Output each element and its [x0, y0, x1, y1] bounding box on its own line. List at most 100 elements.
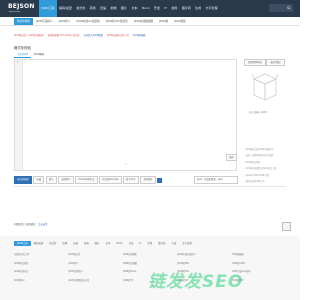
footer-tabs: JSON工具 编码加密 格式化 转换 压缩 前端 图片 文本 Mock 开发 IT 常用 图片转 生成 文字… — [14, 241, 195, 246]
footer-tab[interactable]: 转换 — [59, 241, 70, 246]
nav-item[interactable]: 文字处理 — [203, 0, 219, 17]
nav-item[interactable]: 常用 — [169, 0, 179, 17]
copy-link-button[interactable]: 复制代码地址 — [244, 59, 266, 66]
tabs-divider — [0, 25, 300, 26]
footer-tab[interactable]: 文字处理 — [179, 241, 195, 246]
feature-item: • 支持一键JSON格式化与校验 — [244, 154, 274, 158]
footer-tab[interactable]: 图片 — [92, 241, 103, 246]
sub-tab[interactable]: 中文JSON — [14, 52, 31, 58]
tool-tab[interactable]: JSON转义 — [56, 18, 74, 25]
footer-link[interactable]: JSON在线对比 — [14, 269, 68, 273]
feature-list: • JSON格式化/JSON压缩/转义 • 支持一键JSON格式化与校验 • JSO… — [244, 147, 296, 185]
footer-link[interactable]: JSON编辑器 — [232, 252, 286, 256]
feature-item: • JSON转实体类 — [244, 160, 261, 164]
json-editor[interactable]: 1 ≡ — [14, 59, 237, 171]
toolbar-button[interactable]: 字段排序 — [139, 176, 156, 184]
nav-item[interactable]: JSON工具 — [39, 0, 57, 17]
empty-state-text: 在左边输入JSON — [249, 111, 267, 114]
footer-link[interactable]: JSON在线排序 — [68, 269, 122, 273]
footer-tab[interactable]: 编码加密 — [31, 241, 47, 246]
nav-item[interactable]: 压缩 — [98, 0, 108, 17]
toggle-button[interactable]: 展开/收起 — [266, 59, 285, 66]
notice-links: JSON格式化 / JSON在线校验 使用快捷键 Ctrl+Enter 格式化 支持… — [14, 33, 145, 37]
tool-tab[interactable]: JSON转CSV格式化 — [103, 18, 131, 25]
option-checkbox[interactable] — [156, 177, 162, 183]
tool-tab[interactable]: JSON在线uni组装格 — [73, 18, 102, 25]
footer-link[interactable]: JSON在线视图 — [123, 261, 177, 265]
line-number: 1 — [17, 61, 19, 64]
empty-box-icon — [252, 73, 278, 101]
nav-item[interactable]: 文本 — [129, 0, 139, 17]
footer-tab[interactable]: 常用 — [145, 241, 156, 246]
nav-item[interactable]: 图片 — [119, 0, 129, 17]
editor-gutter: 1 — [15, 60, 23, 170]
nav-item[interactable]: 生成 — [193, 0, 203, 17]
footer-link[interactable]: JSON转义 — [68, 261, 122, 265]
page-title: 格式化校验 — [14, 46, 31, 50]
notice-link[interactable]: JSON在线格式化工具 — [107, 33, 129, 37]
footer-tab[interactable]: 生成 — [168, 241, 179, 246]
footer-tab[interactable]: 压缩 — [70, 241, 81, 246]
footer-tab[interactable]: 开发 — [126, 241, 137, 246]
toolbar-button[interactable]: Unicode转中文 — [74, 176, 98, 184]
footer-tab[interactable]: IT — [136, 241, 144, 246]
feedback-prefix: 问题反馈 / 意见建议： — [14, 223, 38, 226]
sub-tab[interactable]: JSON解析 — [31, 52, 48, 57]
feedback-line: 问题反馈 / 意见建议：点击这里 — [14, 222, 47, 226]
footer-link[interactable]: JSON转Go — [14, 278, 68, 282]
footer-tab[interactable]: 文本 — [103, 241, 114, 246]
footer-tab[interactable]: 图片转 — [155, 241, 168, 246]
footer-tab[interactable]: 格式化 — [46, 241, 59, 246]
nav-item[interactable]: 转换 — [88, 0, 98, 17]
footer-tab[interactable]: JSON工具 — [14, 241, 31, 246]
footer-link[interactable]: JSON转XML — [177, 261, 231, 265]
notice-link[interactable]: JSON编辑器 — [133, 33, 146, 37]
save-button[interactable]: 保存 — [226, 154, 237, 161]
nav-search[interactable] — [269, 4, 293, 12]
resize-handle[interactable]: ≡ — [125, 163, 127, 166]
footer-link[interactable]: JSON转YAML — [232, 261, 286, 265]
footer-link[interactable]: JSON格式化 — [68, 252, 122, 256]
footer-link[interactable]: JSON在线组装格式化 — [68, 278, 122, 282]
tool-tab[interactable]: JSON格 — [156, 18, 171, 25]
nav-item[interactable]: 开发 — [152, 0, 162, 17]
tool-tab[interactable]: JSON在线图视图 — [131, 18, 156, 25]
site-logo[interactable]: BEJSON — [8, 3, 35, 10]
site-tagline: bejson.com — [9, 11, 21, 13]
feedback-link[interactable]: 点击这里 — [38, 223, 48, 226]
footer-link[interactable]: 在线格式化工具 — [14, 252, 68, 256]
footer-link[interactable]: JSON转实体类 — [14, 261, 68, 265]
nav-item[interactable]: Mock — [140, 0, 152, 17]
footer-link[interactable]: JSON在线压缩转义 — [177, 252, 231, 256]
footer-tab[interactable]: Mock — [113, 241, 125, 246]
toolbar-button[interactable]: 中文转Unicode — [98, 176, 122, 184]
nav-item[interactable]: 前端 — [108, 0, 118, 17]
footer-tab[interactable]: 前端 — [81, 241, 92, 246]
watermark: 链发发SEO — [148, 272, 244, 292]
tool-tab[interactable]: JSON压缩转义 — [33, 18, 56, 25]
notice-link[interactable]: 支持超大JSON数据 — [84, 33, 103, 37]
nav-item[interactable]: 编码/加密 — [57, 0, 74, 17]
toolbar-button[interactable]: 格式化校验 — [14, 176, 32, 184]
action-toolbar: 格式化校验 压缩 转义 去除转义 Unicode转中文 中文转Unicode 转义引号 字段排… — [14, 176, 162, 184]
tool-tab[interactable]: 格式化校验 — [14, 18, 33, 25]
language-select[interactable]: Java - 生成实体类 - Java — [194, 176, 238, 184]
section-divider — [14, 186, 286, 187]
qr-code-icon — [282, 222, 291, 231]
notice-link[interactable]: JSON格式化 / JSON在线校验 — [14, 33, 44, 37]
main-nav: JSON工具 编码/加密 格式化 转换 压缩 前端 图片 文本 Mock 开发 IT 常用 图片转 生成文… — [39, 0, 220, 17]
toolbar-button[interactable]: 压缩 — [33, 176, 45, 184]
search-icon — [287, 6, 291, 10]
nav-item[interactable]: IT — [162, 0, 169, 17]
feature-item: • JSON在线转换与JSON对比工具 — [244, 167, 277, 171]
notice-link[interactable]: 使用快捷键 Ctrl+Enter 格式化 — [48, 33, 80, 37]
nav-item[interactable]: 格式化 — [74, 0, 87, 17]
footer-link[interactable]: JSON在线解析 — [123, 252, 177, 256]
tool-tab[interactable]: JSON模板 — [171, 18, 189, 25]
toolbar-button[interactable]: 转义引号 — [122, 176, 139, 184]
feature-item: • JSON与XML/YAML互转 — [244, 173, 270, 177]
nav-item[interactable]: 图片转 — [180, 0, 193, 17]
sub-tabs: 中文JSON JSON解析 — [14, 52, 47, 58]
toolbar-button[interactable]: 转义 — [45, 176, 57, 184]
toolbar-button[interactable]: 去除转义 — [58, 176, 74, 184]
